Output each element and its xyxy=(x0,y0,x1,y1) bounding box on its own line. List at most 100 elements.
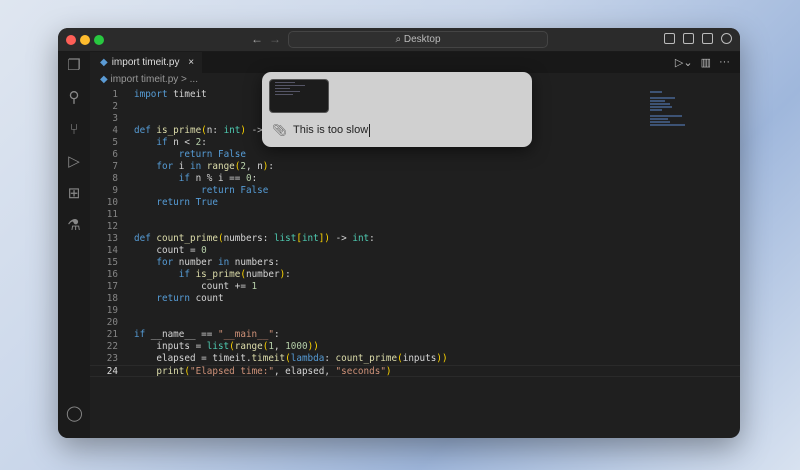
code-token: "seconds" xyxy=(335,366,386,377)
line-number: 7 xyxy=(112,161,118,172)
code-token: print xyxy=(156,366,185,377)
code-token: False xyxy=(240,185,269,196)
account-icon[interactable]: ◯ xyxy=(66,406,83,422)
code-token: int xyxy=(352,233,370,244)
code-line[interactable]: 22 inputs = list(range(1, 1000)) xyxy=(90,341,740,353)
code-line[interactable]: 23 elapsed = timeit.timeit(lambda: count… xyxy=(90,353,740,365)
line-number: 3 xyxy=(112,113,118,124)
line-number: 5 xyxy=(112,137,118,148)
code-token: is_prime xyxy=(156,125,202,136)
code-token: count_prime xyxy=(335,353,398,364)
code-token: if xyxy=(134,173,196,184)
code-token: numbers: xyxy=(234,257,280,268)
code-token: __name__ == xyxy=(150,329,218,340)
code-token: n < xyxy=(173,137,196,148)
code-token: n % i == xyxy=(195,173,246,184)
code-token: int xyxy=(301,233,319,244)
code-line[interactable]: 6 return False xyxy=(90,149,740,161)
code-token: inputs xyxy=(402,353,437,364)
code-token: list xyxy=(273,233,297,244)
code-token: True xyxy=(195,197,218,208)
code-token: range xyxy=(206,161,235,172)
code-line[interactable]: 15 for number in numbers: xyxy=(90,257,740,269)
extensions-icon[interactable]: ⊞ xyxy=(66,186,82,202)
line-number: 1 xyxy=(112,89,118,100)
code-line[interactable]: 14 count = 0 xyxy=(90,245,740,257)
code-line[interactable]: 8 if n % i == 0: xyxy=(90,173,740,185)
code-line[interactable]: 10 return True xyxy=(90,197,740,209)
line-number: 2 xyxy=(112,101,118,112)
code-token: ) xyxy=(385,366,392,377)
tab-close-icon[interactable]: × xyxy=(188,57,194,68)
code-token: if xyxy=(134,329,151,340)
chat-input[interactable]: This is too slow xyxy=(293,124,371,137)
code-token: def xyxy=(134,125,157,136)
code-token: in xyxy=(217,257,235,268)
code-token: return xyxy=(134,149,218,160)
command-center-search[interactable]: ⌕ Desktop xyxy=(288,31,548,48)
code-line[interactable]: 17 count += 1 xyxy=(90,281,740,293)
code-token: return xyxy=(134,185,241,196)
toggle-primary-sidebar-icon[interactable] xyxy=(664,33,675,44)
title-bar: ← → ⌕ Desktop xyxy=(58,28,740,52)
code-line[interactable]: 9 return False xyxy=(90,185,740,197)
code-line[interactable]: 21 if __name__ == "__main__": xyxy=(90,329,740,341)
tab-bar: ◆ import timeit.py × ▷⌄ ▥ ··· xyxy=(90,52,740,73)
testing-flask-icon[interactable]: ⚗ xyxy=(66,218,82,234)
more-actions-icon[interactable]: ··· xyxy=(719,56,730,69)
code-line[interactable]: 12 xyxy=(90,221,740,233)
line-number: 6 xyxy=(112,149,118,160)
code-token: "__main__" xyxy=(217,329,274,340)
search-icon: ⌕ xyxy=(395,34,404,45)
code-token: -> xyxy=(329,233,353,244)
code-token: ) xyxy=(441,353,448,364)
code-token: return xyxy=(134,293,196,304)
run-python-icon[interactable]: ▷⌄ xyxy=(675,56,693,69)
code-token: for xyxy=(134,161,179,172)
minimap[interactable] xyxy=(650,90,700,150)
activity-bar: ❐ ⚲ ⑂ ▷ ⊞ ⚗ ◯ ⚙ xyxy=(58,52,90,438)
code-token: number xyxy=(245,269,280,280)
explorer-icon[interactable]: ❐ xyxy=(66,58,82,74)
run-debug-icon[interactable]: ▷ xyxy=(66,154,82,170)
code-token: number xyxy=(178,257,218,268)
code-token: elapsed = timeit. xyxy=(134,353,252,364)
code-line[interactable]: 13 def count_prime(numbers: list[int]) ->… xyxy=(90,233,740,245)
source-control-icon[interactable]: ⑂ xyxy=(66,122,82,138)
line-number: 14 xyxy=(106,245,118,256)
customize-layout-icon[interactable] xyxy=(721,33,732,44)
breadcrumb[interactable]: ◆ import timeit.py > ... xyxy=(100,74,198,85)
back-arrow-icon[interactable]: ← xyxy=(251,32,263,46)
screenshot-attachment-thumbnail[interactable] xyxy=(269,79,329,113)
minimize-window-button[interactable] xyxy=(80,35,90,45)
code-line[interactable]: 20 xyxy=(90,317,740,329)
split-editor-icon[interactable]: ▥ xyxy=(701,56,711,69)
code-token: if xyxy=(134,269,196,280)
code-token: : xyxy=(251,173,258,184)
line-number: 15 xyxy=(106,257,118,268)
search-icon[interactable]: ⚲ xyxy=(66,90,82,106)
code-line[interactable]: 7 for i in range(2, n): xyxy=(90,161,740,173)
toggle-secondary-sidebar-icon[interactable] xyxy=(702,33,713,44)
code-token: for xyxy=(134,257,179,268)
code-token: , n xyxy=(246,161,263,172)
code-token: : xyxy=(324,353,336,364)
code-token: if xyxy=(134,137,174,148)
code-line[interactable]: 19 xyxy=(90,305,740,317)
maximize-window-button[interactable] xyxy=(94,35,104,45)
code-token: 0 xyxy=(201,245,207,256)
toggle-panel-icon[interactable] xyxy=(683,33,694,44)
tab-import-timeit[interactable]: ◆ import timeit.py × xyxy=(90,52,202,73)
line-number: 9 xyxy=(112,185,118,196)
code-line[interactable]: 18 return count xyxy=(90,293,740,305)
code-line[interactable]: 24 print("Elapsed time:", elapsed, "seco… xyxy=(90,365,740,377)
code-line[interactable]: 11 xyxy=(90,209,740,221)
code-token: count_prime xyxy=(156,233,218,244)
code-token: 1 xyxy=(251,281,258,292)
close-window-button[interactable] xyxy=(66,35,76,45)
paperclip-icon[interactable]: 📎︎ xyxy=(272,123,287,137)
code-line[interactable]: 16 if is_prime(number): xyxy=(90,269,740,281)
forward-arrow-icon[interactable]: → xyxy=(269,32,281,46)
line-number: 17 xyxy=(106,281,118,292)
